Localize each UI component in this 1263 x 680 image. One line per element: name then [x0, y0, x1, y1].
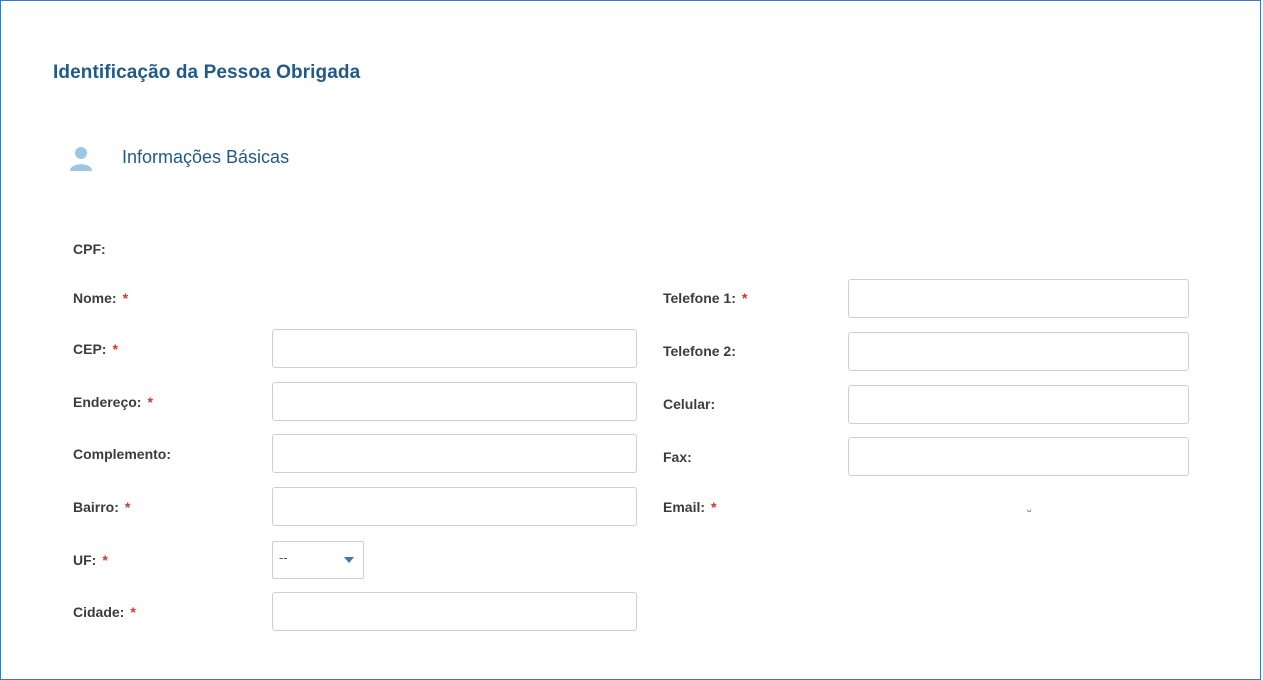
telefone2-label: Telefone 2: — [663, 343, 736, 359]
telefone2-label-text: Telefone 2: — [663, 343, 736, 359]
uf-label: UF: * — [73, 552, 108, 568]
cep-label-text: CEP: — [73, 341, 107, 357]
email-label: Email: * — [663, 499, 716, 515]
fax-label: Fax: — [663, 449, 692, 465]
required-marker: * — [112, 341, 118, 357]
celular-input[interactable] — [848, 385, 1189, 424]
fax-label-text: Fax: — [663, 449, 692, 465]
complemento-label: Complemento: — [73, 446, 171, 462]
telefone1-label-text: Telefone 1: — [663, 290, 736, 306]
email-label-text: Email: — [663, 499, 706, 515]
page-title: Identificação da Pessoa Obrigada — [53, 62, 361, 83]
required-marker: * — [122, 290, 129, 306]
uf-label-text: UF: — [73, 552, 97, 568]
cep-input[interactable] — [272, 329, 637, 368]
cpf-label: CPF: — [73, 241, 106, 257]
bairro-label: Bairro: * — [73, 499, 130, 515]
bairro-input[interactable] — [272, 487, 637, 526]
section-title: Informações Básicas — [122, 147, 290, 167]
uf-select[interactable]: -- — [272, 541, 364, 579]
celular-label-text: Celular: — [663, 396, 716, 412]
required-marker: * — [741, 290, 748, 306]
telefone1-input[interactable] — [848, 279, 1189, 318]
endereco-label-text: Endereço: — [73, 394, 142, 410]
endereco-label: Endereço: * — [73, 394, 153, 410]
form-panel: Identificação da Pessoa Obrigada Informa… — [0, 0, 1261, 680]
nome-label: Nome: * — [73, 290, 128, 306]
telefone1-label: Telefone 1: * — [663, 290, 747, 306]
required-marker: * — [711, 499, 717, 515]
cpf-label-text: CPF: — [73, 241, 106, 257]
bairro-label-text: Bairro: — [73, 499, 119, 515]
telefone2-input[interactable] — [848, 332, 1189, 371]
caret-down-icon — [344, 557, 354, 563]
cidade-label: Cidade: * — [73, 604, 136, 620]
required-marker: * — [102, 552, 108, 568]
complemento-input[interactable] — [272, 434, 637, 473]
required-marker: * — [130, 604, 136, 620]
required-marker: * — [124, 499, 131, 515]
cep-label: CEP: * — [73, 341, 118, 357]
nome-label-text: Nome: — [73, 290, 117, 306]
uf-selected-value: -- — [279, 550, 288, 565]
user-icon — [70, 147, 92, 171]
complemento-label-text: Complemento: — [73, 446, 171, 462]
cidade-label-text: Cidade: — [73, 604, 125, 620]
cidade-input[interactable] — [272, 592, 637, 631]
endereco-input[interactable] — [272, 382, 637, 421]
required-marker: * — [147, 394, 153, 410]
fax-input[interactable] — [848, 437, 1189, 476]
email-value: ᵕ — [1027, 504, 1032, 518]
celular-label: Celular: — [663, 396, 715, 412]
